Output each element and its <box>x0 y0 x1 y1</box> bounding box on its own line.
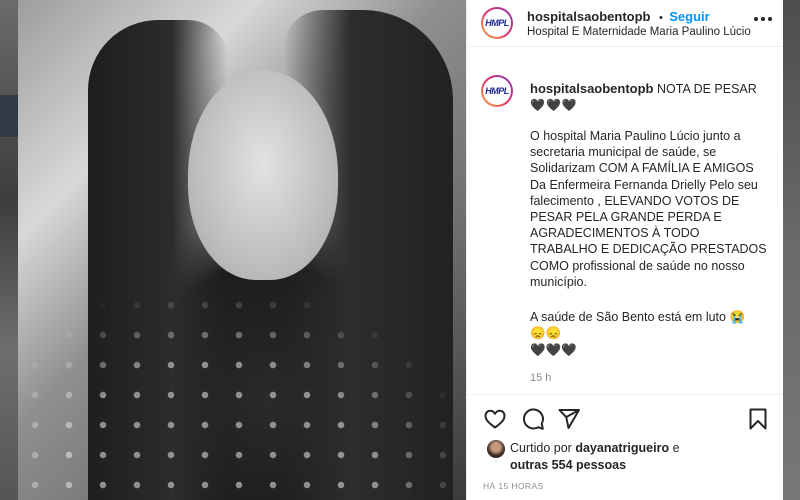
header-username[interactable]: hospitalsaobentopb <box>527 9 651 24</box>
post-photo[interactable] <box>18 0 466 500</box>
more-icon[interactable] <box>753 13 773 27</box>
caption-emojis-row-1: 😞😞 <box>530 326 562 340</box>
background-strip <box>0 95 18 137</box>
comment-icon-glyph <box>522 408 544 430</box>
dot-separator: • <box>658 12 663 24</box>
caption-username[interactable]: hospitalsaobentopb <box>530 81 654 96</box>
send-icon-glyph <box>558 409 580 429</box>
caption-age[interactable]: 15 h <box>530 372 551 384</box>
heart-icon-glyph <box>484 409 506 429</box>
header-title-row: hospitalsaobentopb • Seguir <box>527 8 710 26</box>
caption-closing: A saúde de São Bento está em luto 😭 <box>530 310 746 324</box>
caption-body: O hospital Maria Paulino Lúcio junto a s… <box>530 129 767 289</box>
avatar-inner: HMPL <box>483 77 511 105</box>
send-icon[interactable] <box>557 407 581 431</box>
bookmark-icon[interactable] <box>746 407 770 431</box>
caption-avatar[interactable]: HMPL <box>481 75 513 107</box>
location-link[interactable]: Hospital E Maternidade Maria Paulino Lúc… <box>527 26 751 38</box>
liked-by-others[interactable]: outras 554 pessoas <box>510 458 626 472</box>
likes-text: Curtido por dayanatrigueiro e outras 554… <box>510 440 770 474</box>
comments-area: HMPL hospitalsaobentopb NOTA DE PESAR 🖤🖤… <box>467 47 783 393</box>
caption-hearts: 🖤🖤🖤 <box>530 98 578 113</box>
post-time-ago[interactable]: HÁ 15 HORAS <box>483 481 544 491</box>
liker-avatar[interactable] <box>487 440 505 458</box>
avatar-logo: HMPL <box>485 18 509 28</box>
photo-detail <box>18 260 466 500</box>
avatar-inner: HMPL <box>483 9 511 37</box>
background-page-right <box>782 0 800 500</box>
caption-title: NOTA DE PESAR <box>656 82 757 96</box>
more-icon-glyph <box>754 17 772 21</box>
likes-summary: Curtido por dayanatrigueiro e outras 554… <box>467 440 783 476</box>
liked-by-and: e <box>672 441 680 455</box>
follow-button[interactable]: Seguir <box>669 9 709 24</box>
liker-username[interactable]: dayanatrigueiro <box>575 441 669 455</box>
liked-by-prefix: Curtido por <box>510 441 572 455</box>
post-side-panel: HMPL hospitalsaobentopb • Seguir Hospita… <box>466 0 783 500</box>
caption-emojis-row-2: 🖤🖤🖤 <box>530 343 577 357</box>
profile-avatar[interactable]: HMPL <box>481 7 513 39</box>
avatar-logo: HMPL <box>485 86 509 96</box>
action-bar <box>467 394 783 445</box>
caption-heading: hospitalsaobentopb NOTA DE PESAR 🖤🖤🖤 <box>530 81 770 113</box>
heart-icon[interactable] <box>483 407 507 431</box>
bookmark-icon-glyph <box>749 408 767 430</box>
background-page-left <box>0 0 18 500</box>
comment-icon[interactable] <box>521 407 545 431</box>
photo-detail <box>188 70 338 280</box>
post-header: HMPL hospitalsaobentopb • Seguir Hospita… <box>467 0 783 47</box>
